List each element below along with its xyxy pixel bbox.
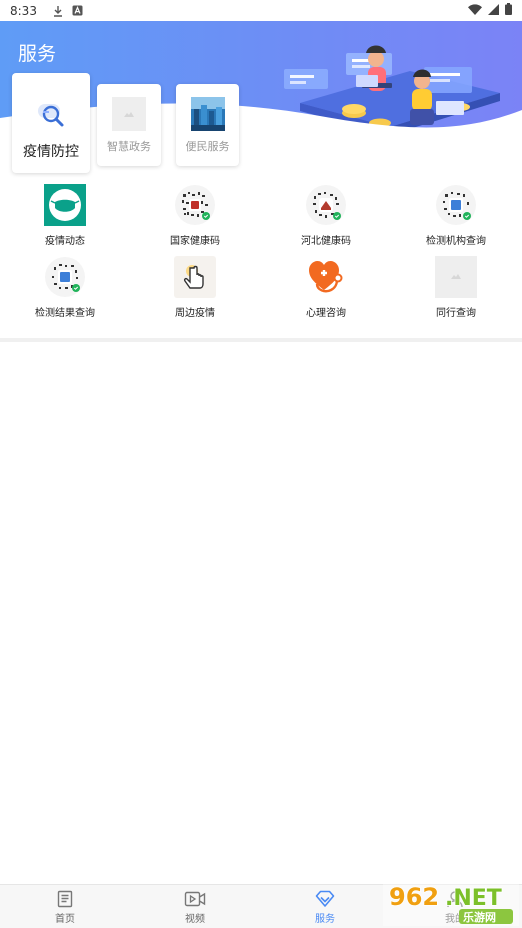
service-label: 河北健康码 xyxy=(301,236,351,247)
service-label: 周边疫情 xyxy=(175,308,215,319)
service-national-health-code[interactable]: 国家健康码 xyxy=(130,184,260,247)
page-title: 服务 xyxy=(18,43,57,65)
battery-icon xyxy=(505,3,512,18)
tab-service[interactable]: 服务 xyxy=(260,885,390,928)
category-label-convenience-services: 便民服务 xyxy=(185,140,230,153)
category-label-epidemic-control: 疫情防控 xyxy=(23,144,79,160)
watermark-text-b: .NET xyxy=(445,886,502,911)
category-convenience-services[interactable]: 便民服务 xyxy=(176,84,239,166)
service-label: 心理咨询 xyxy=(306,308,346,319)
epidemic-search-icon xyxy=(38,104,64,127)
image-placeholder-icon xyxy=(112,97,146,131)
status-bar: 8:33 xyxy=(0,0,522,21)
section-divider xyxy=(0,338,522,342)
video-icon xyxy=(184,891,206,907)
image-placeholder-icon xyxy=(435,256,477,298)
app-notification-icon xyxy=(71,4,85,18)
service-same-trip-query[interactable]: 同行查询 xyxy=(391,256,521,319)
service-hebei-health-code[interactable]: 河北健康码 xyxy=(261,184,391,247)
service-label: 国家健康码 xyxy=(170,236,220,247)
tab-label: 服务 xyxy=(315,914,335,925)
status-time: 8:33 xyxy=(10,3,37,18)
signal-icon xyxy=(488,3,499,18)
watermark-text-c: 乐游网 xyxy=(463,910,496,924)
wifi-icon xyxy=(468,3,482,18)
category-label-smart-government: 智慧政务 xyxy=(107,140,151,153)
hand-pointer-icon xyxy=(174,256,216,298)
service-label: 同行查询 xyxy=(436,308,476,319)
service-label: 检测机构查询 xyxy=(426,236,486,247)
diamond-icon xyxy=(315,890,335,907)
watermark-text-a: 962 xyxy=(389,883,439,911)
service-psychological-counseling[interactable]: 心理咨询 xyxy=(261,256,391,319)
service-nearby-epidemic[interactable]: 周边疫情 xyxy=(130,256,260,319)
document-icon xyxy=(57,890,73,908)
category-smart-government[interactable]: 智慧政务 xyxy=(97,84,161,166)
service-epidemic-updates[interactable]: 疫情动态 xyxy=(0,184,130,247)
tab-label: 首页 xyxy=(55,914,75,925)
category-epidemic-control[interactable]: 疫情防控 xyxy=(12,73,90,173)
service-testing-institution-query[interactable]: 检测机构查询 xyxy=(391,184,521,247)
tab-video[interactable]: 视频 xyxy=(130,885,260,928)
tab-label: 视频 xyxy=(185,914,205,925)
qr-code-icon xyxy=(44,256,86,298)
tab-home[interactable]: 首页 xyxy=(0,885,130,928)
city-skyline-icon xyxy=(190,97,225,131)
qr-code-icon xyxy=(305,184,347,226)
qr-code-icon xyxy=(435,184,477,226)
site-watermark-logo: 962 .NET 乐游网 xyxy=(383,880,519,926)
service-label: 疫情动态 xyxy=(45,236,85,247)
mask-icon xyxy=(44,184,86,226)
qr-code-icon xyxy=(174,184,216,226)
heart-stethoscope-icon xyxy=(305,256,347,298)
download-icon xyxy=(51,4,65,18)
service-label: 检测结果查询 xyxy=(35,308,95,319)
service-test-result-query[interactable]: 检测结果查询 xyxy=(0,256,130,319)
